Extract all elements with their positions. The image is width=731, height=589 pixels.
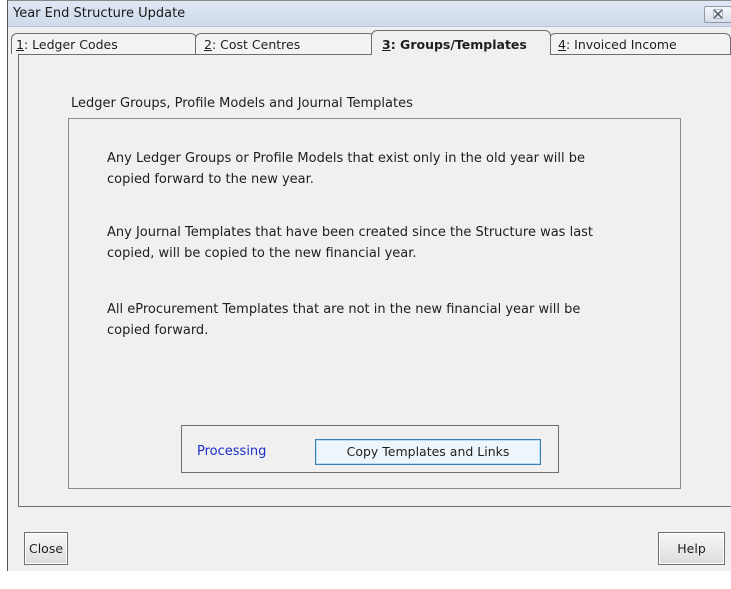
info-paragraph-groups: Any Ledger Groups or Profile Models that… — [107, 151, 585, 187]
close-window-button[interactable] — [704, 6, 731, 23]
processing-label: Processing — [197, 444, 267, 459]
tab-groups-templates[interactable]: 3: Groups/Templates — [371, 30, 551, 55]
copy-templates-button[interactable]: Copy Templates and Links — [315, 439, 541, 465]
info-paragraph-journals: Any Journal Templates that have been cre… — [107, 225, 594, 261]
tab-cost-centres[interactable]: 2: Cost Centres — [195, 33, 375, 54]
help-button[interactable]: Help — [658, 532, 725, 565]
window-title: Year End Structure Update — [13, 6, 186, 21]
info-paragraph-eprocurement: All eProcurement Templates that are not … — [107, 302, 581, 338]
section-heading: Ledger Groups, Profile Models and Journa… — [71, 96, 413, 111]
title-bar[interactable]: Year End Structure Update — [8, 1, 731, 27]
tab-invoiced-income[interactable]: 4: Invoiced Income — [549, 33, 731, 54]
close-icon — [713, 9, 723, 19]
tab-ledger-codes[interactable]: 1: Ledger Codes — [11, 33, 197, 54]
close-button[interactable]: Close — [24, 532, 68, 565]
